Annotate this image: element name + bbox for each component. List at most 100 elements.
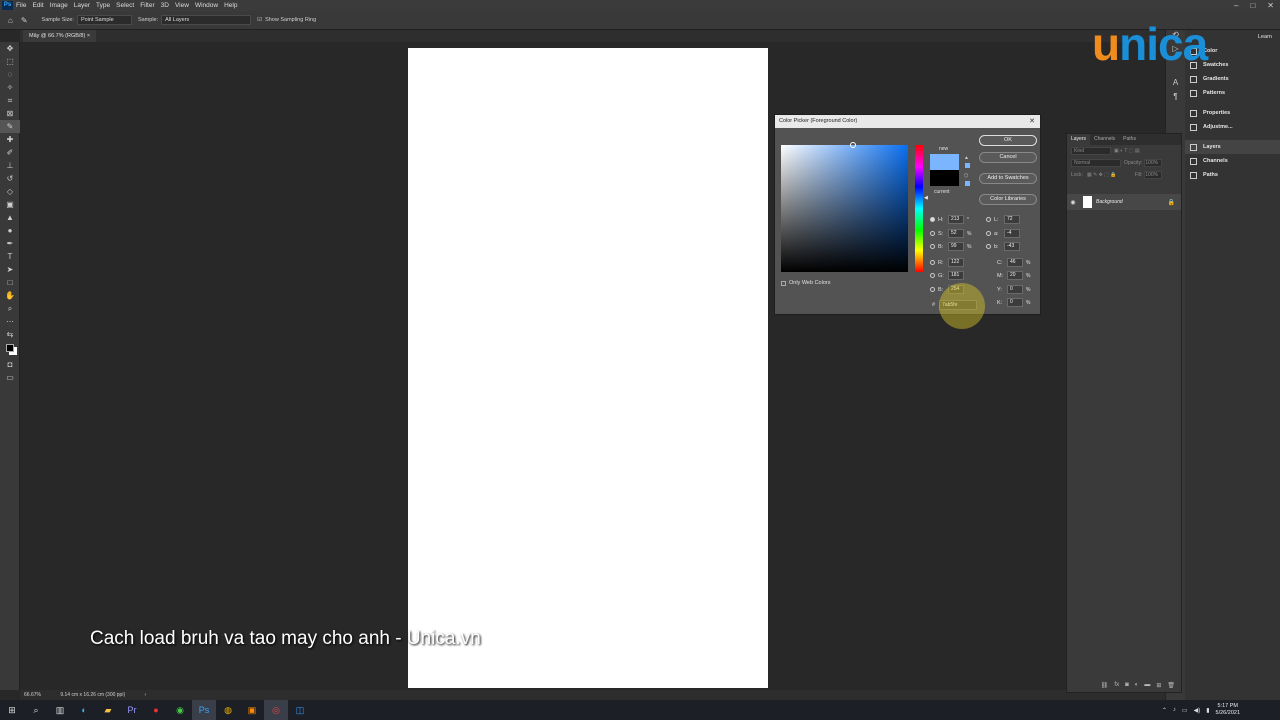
- app-blue-icon[interactable]: ◫: [288, 700, 312, 720]
- panel-patterns[interactable]: Patterns: [1185, 86, 1280, 100]
- search-icon[interactable]: ⌕: [24, 700, 48, 720]
- screen-mode-icon[interactable]: ▭: [0, 371, 20, 384]
- crop-tool-icon[interactable]: ⌗: [0, 94, 20, 107]
- volume-icon[interactable]: ◀): [1194, 707, 1201, 714]
- file-explorer-icon[interactable]: ▰: [96, 700, 120, 720]
- add-mask-icon[interactable]: ◙: [1125, 682, 1129, 688]
- red-radio[interactable]: [930, 260, 935, 265]
- battery-icon[interactable]: ▮: [1206, 707, 1209, 714]
- dialog-close-icon[interactable]: ✕: [1029, 115, 1035, 128]
- link-layers-icon[interactable]: ⛓: [1101, 682, 1109, 689]
- color-libraries-button[interactable]: Color Libraries: [979, 194, 1037, 205]
- dodge-tool-icon[interactable]: ●: [0, 224, 20, 237]
- menu-view[interactable]: View: [175, 2, 189, 9]
- sample-size-select[interactable]: Point Sample: [76, 15, 132, 25]
- panel-gradients[interactable]: Gradients: [1185, 72, 1280, 86]
- tray-arrow-icon[interactable]: ⌃: [1162, 707, 1167, 714]
- premiere-icon[interactable]: Pr: [120, 700, 144, 720]
- foreground-background-icon[interactable]: [0, 341, 20, 354]
- tab-paths[interactable]: Paths: [1119, 134, 1140, 145]
- zoom-level[interactable]: 66.67%: [24, 692, 41, 698]
- minimize-icon[interactable]: –: [1234, 0, 1238, 11]
- maximize-icon[interactable]: □: [1250, 0, 1255, 11]
- task-view-icon[interactable]: ▥: [48, 700, 72, 720]
- a-radio[interactable]: [986, 231, 991, 236]
- menu-layer[interactable]: Layer: [74, 2, 90, 9]
- ok-button[interactable]: OK: [979, 135, 1037, 146]
- character-icon[interactable]: A: [1166, 78, 1185, 92]
- fx-icon[interactable]: fx: [1114, 682, 1119, 688]
- green-radio[interactable]: [930, 273, 935, 278]
- new-group-icon[interactable]: ▬: [1144, 682, 1150, 688]
- lock-icons[interactable]: ▦ ✎ ✥ ⬚ 🔒: [1087, 172, 1117, 178]
- gamut-swatch[interactable]: [965, 163, 970, 168]
- delete-layer-icon[interactable]: 🗑: [1167, 682, 1175, 689]
- brightness-radio[interactable]: [930, 244, 935, 249]
- eraser-tool-icon[interactable]: ◇: [0, 185, 20, 198]
- menu-file[interactable]: File: [16, 2, 26, 9]
- blur-tool-icon[interactable]: ▲: [0, 211, 20, 224]
- eyedropper-tool-icon[interactable]: ✎: [0, 120, 20, 133]
- kind-filter[interactable]: Kind: [1071, 147, 1111, 155]
- panel-channels[interactable]: Channels: [1185, 154, 1280, 168]
- fill-input[interactable]: 100%: [1144, 171, 1163, 179]
- move-tool-icon[interactable]: ✥: [0, 42, 20, 55]
- green-input[interactable]: 181: [948, 271, 964, 280]
- b-radio[interactable]: [986, 244, 991, 249]
- b-input[interactable]: -43: [1004, 242, 1020, 251]
- filter-icons[interactable]: ▣ ◐ T ⬚ ▤: [1114, 148, 1140, 154]
- chrome-icon[interactable]: ◍: [216, 700, 240, 720]
- menu-type[interactable]: Type: [96, 2, 110, 9]
- only-web-checkbox[interactable]: [781, 280, 786, 286]
- hue-slider-arrow-icon[interactable]: ◀: [924, 195, 928, 201]
- close-icon[interactable]: ✕: [1267, 0, 1274, 11]
- network-icon[interactable]: ▭: [1182, 707, 1188, 714]
- menu-help[interactable]: Help: [224, 2, 237, 9]
- panel-layers[interactable]: Layers: [1185, 140, 1280, 154]
- more-tools-icon[interactable]: ⋯: [0, 315, 20, 328]
- show-ring-checkbox[interactable]: ☑: [257, 17, 262, 23]
- red-input[interactable]: 122: [948, 258, 964, 267]
- brush-tool-icon[interactable]: ✐: [0, 146, 20, 159]
- clock[interactable]: 5:17 PM 5/26/2021: [1216, 703, 1240, 717]
- sample-select[interactable]: All Layers: [161, 15, 252, 25]
- visibility-eye-icon[interactable]: ◉: [1067, 199, 1079, 206]
- hue-input[interactable]: 213: [948, 215, 964, 224]
- zoom-tool-icon[interactable]: ⌕: [0, 302, 20, 315]
- lock-icon[interactable]: 🔒: [1168, 199, 1175, 206]
- healing-brush-icon[interactable]: ✚: [0, 133, 20, 146]
- saturation-input[interactable]: 52: [948, 229, 964, 238]
- opacity-input[interactable]: 100%: [1144, 159, 1163, 167]
- eyedropper-icon[interactable]: ✎: [21, 16, 28, 25]
- a-input[interactable]: -4: [1004, 229, 1020, 238]
- frame-tool-icon[interactable]: ⊠: [0, 107, 20, 120]
- panel-paths[interactable]: Paths: [1185, 168, 1280, 182]
- paragraph-icon[interactable]: ¶: [1166, 92, 1185, 106]
- cyan-input[interactable]: 46: [1007, 258, 1023, 267]
- menu-3d[interactable]: 3D: [161, 2, 169, 9]
- mic-icon[interactable]: ♪: [1173, 707, 1176, 713]
- color-field[interactable]: [781, 142, 908, 272]
- tab-close-icon[interactable]: ×: [87, 33, 90, 39]
- hue-slider[interactable]: [915, 145, 923, 272]
- gradient-tool-icon[interactable]: ▣: [0, 198, 20, 211]
- lightness-input[interactable]: 72: [1004, 215, 1020, 224]
- new-layer-icon[interactable]: ⊞: [1156, 682, 1161, 689]
- stamp-tool-icon[interactable]: ⊥: [0, 159, 20, 172]
- status-arrow-icon[interactable]: ›: [145, 692, 147, 698]
- black-input[interactable]: 0: [1007, 298, 1023, 307]
- magenta-input[interactable]: 20: [1007, 271, 1023, 280]
- tab-channels[interactable]: Channels: [1090, 134, 1119, 145]
- saturation-radio[interactable]: [930, 231, 935, 236]
- path-select-icon[interactable]: ➤: [0, 263, 20, 276]
- pen-tool-icon[interactable]: ✒: [0, 237, 20, 250]
- menu-filter[interactable]: Filter: [140, 2, 154, 9]
- menu-window[interactable]: Window: [195, 2, 218, 9]
- color-picker-marker[interactable]: [850, 142, 856, 148]
- swap-colors-icon[interactable]: ⇆: [0, 328, 20, 341]
- cancel-button[interactable]: Cancel: [979, 152, 1037, 163]
- layer-name[interactable]: Background: [1096, 199, 1168, 205]
- menu-edit[interactable]: Edit: [32, 2, 43, 9]
- panel-adjustments[interactable]: Adjustme...: [1185, 120, 1280, 134]
- photoshop-task-icon[interactable]: Ps: [192, 700, 216, 720]
